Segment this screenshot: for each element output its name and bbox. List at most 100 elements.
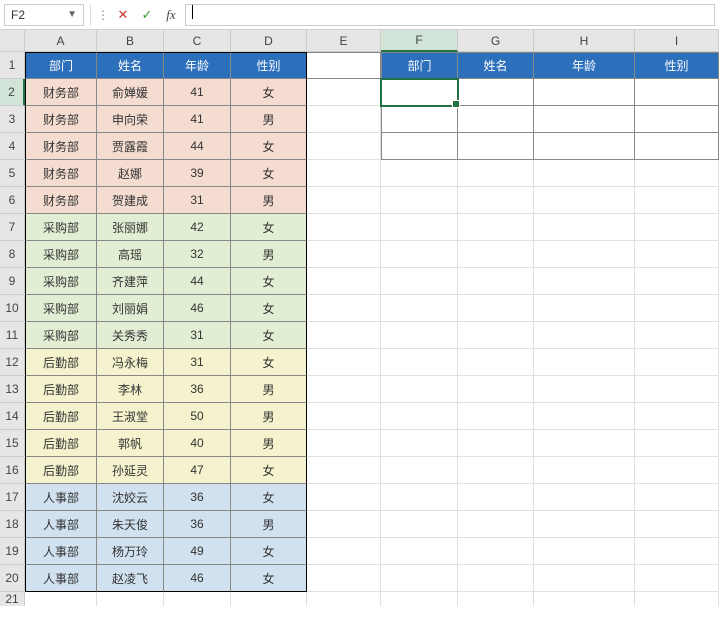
cell-G19[interactable] [458, 538, 534, 565]
cell-F11[interactable] [381, 322, 458, 349]
cell-F2[interactable] [381, 79, 458, 106]
col-header-I[interactable]: I [635, 30, 719, 52]
cell-A16[interactable]: 后勤部 [25, 457, 97, 484]
cell-A12[interactable]: 后勤部 [25, 349, 97, 376]
cell-E7[interactable] [307, 214, 381, 241]
cell-E8[interactable] [307, 241, 381, 268]
cell-E16[interactable] [307, 457, 381, 484]
row-header-17[interactable]: 17 [0, 484, 25, 511]
cell-A21[interactable] [25, 592, 97, 606]
cell-F1[interactable]: 部门 [381, 52, 458, 79]
cell-A18[interactable]: 人事部 [25, 511, 97, 538]
cell-I5[interactable] [635, 160, 719, 187]
cell-G15[interactable] [458, 430, 534, 457]
cell-C3[interactable]: 41 [164, 106, 231, 133]
row-header-13[interactable]: 13 [0, 376, 25, 403]
cell-D11[interactable]: 女 [231, 322, 307, 349]
cell-C17[interactable]: 36 [164, 484, 231, 511]
cell-A4[interactable]: 财务部 [25, 133, 97, 160]
cell-E11[interactable] [307, 322, 381, 349]
cell-D17[interactable]: 女 [231, 484, 307, 511]
cell-D8[interactable]: 男 [231, 241, 307, 268]
row-header-9[interactable]: 9 [0, 268, 25, 295]
cell-B20[interactable]: 赵凌飞 [97, 565, 164, 592]
cell-I14[interactable] [635, 403, 719, 430]
cell-G16[interactable] [458, 457, 534, 484]
cell-C14[interactable]: 50 [164, 403, 231, 430]
cell-E6[interactable] [307, 187, 381, 214]
cell-B9[interactable]: 齐建萍 [97, 268, 164, 295]
cell-A15[interactable]: 后勤部 [25, 430, 97, 457]
cell-A13[interactable]: 后勤部 [25, 376, 97, 403]
cell-G3[interactable] [458, 106, 534, 133]
cell-F19[interactable] [381, 538, 458, 565]
cell-G7[interactable] [458, 214, 534, 241]
select-all-corner[interactable] [0, 30, 25, 52]
cell-F20[interactable] [381, 565, 458, 592]
cell-G11[interactable] [458, 322, 534, 349]
col-header-H[interactable]: H [534, 30, 635, 52]
cell-B12[interactable]: 冯永梅 [97, 349, 164, 376]
cell-D13[interactable]: 男 [231, 376, 307, 403]
cell-G8[interactable] [458, 241, 534, 268]
cell-G2[interactable] [458, 79, 534, 106]
cell-H12[interactable] [534, 349, 635, 376]
cancel-icon[interactable]: ✕ [113, 7, 133, 23]
cell-F6[interactable] [381, 187, 458, 214]
cell-F5[interactable] [381, 160, 458, 187]
cell-I18[interactable] [635, 511, 719, 538]
cell-C10[interactable]: 46 [164, 295, 231, 322]
cell-E19[interactable] [307, 538, 381, 565]
cell-F7[interactable] [381, 214, 458, 241]
cell-F14[interactable] [381, 403, 458, 430]
cell-B3[interactable]: 申向荣 [97, 106, 164, 133]
cell-I11[interactable] [635, 322, 719, 349]
cell-C1[interactable]: 年龄 [164, 52, 231, 79]
cell-H6[interactable] [534, 187, 635, 214]
cell-B18[interactable]: 朱天俊 [97, 511, 164, 538]
cell-H1[interactable]: 年龄 [534, 52, 635, 79]
cell-I10[interactable] [635, 295, 719, 322]
cell-C2[interactable]: 41 [164, 79, 231, 106]
cell-I8[interactable] [635, 241, 719, 268]
cell-C19[interactable]: 49 [164, 538, 231, 565]
cell-H10[interactable] [534, 295, 635, 322]
cell-H11[interactable] [534, 322, 635, 349]
cell-D7[interactable]: 女 [231, 214, 307, 241]
cell-A17[interactable]: 人事部 [25, 484, 97, 511]
row-header-20[interactable]: 20 [0, 565, 25, 592]
cell-A19[interactable]: 人事部 [25, 538, 97, 565]
cell-A10[interactable]: 采购部 [25, 295, 97, 322]
cell-D10[interactable]: 女 [231, 295, 307, 322]
cell-G4[interactable] [458, 133, 534, 160]
cell-G18[interactable] [458, 511, 534, 538]
cell-D19[interactable]: 女 [231, 538, 307, 565]
cell-H13[interactable] [534, 376, 635, 403]
cell-C8[interactable]: 32 [164, 241, 231, 268]
cell-H3[interactable] [534, 106, 635, 133]
cell-B7[interactable]: 张丽娜 [97, 214, 164, 241]
cell-I12[interactable] [635, 349, 719, 376]
cell-B15[interactable]: 郭帆 [97, 430, 164, 457]
col-header-C[interactable]: C [164, 30, 231, 52]
cell-I13[interactable] [635, 376, 719, 403]
cell-A20[interactable]: 人事部 [25, 565, 97, 592]
cell-H7[interactable] [534, 214, 635, 241]
cell-H15[interactable] [534, 430, 635, 457]
cell-A5[interactable]: 财务部 [25, 160, 97, 187]
cell-E13[interactable] [307, 376, 381, 403]
cell-G21[interactable] [458, 592, 534, 606]
cell-D5[interactable]: 女 [231, 160, 307, 187]
cell-D18[interactable]: 男 [231, 511, 307, 538]
col-header-D[interactable]: D [231, 30, 307, 52]
row-header-19[interactable]: 19 [0, 538, 25, 565]
cell-E17[interactable] [307, 484, 381, 511]
cell-F12[interactable] [381, 349, 458, 376]
cell-C9[interactable]: 44 [164, 268, 231, 295]
cell-D15[interactable]: 男 [231, 430, 307, 457]
cell-F4[interactable] [381, 133, 458, 160]
cell-C15[interactable]: 40 [164, 430, 231, 457]
row-header-21[interactable]: 21 [0, 592, 25, 606]
cell-F17[interactable] [381, 484, 458, 511]
name-box[interactable]: F2 ▼ [4, 4, 84, 26]
